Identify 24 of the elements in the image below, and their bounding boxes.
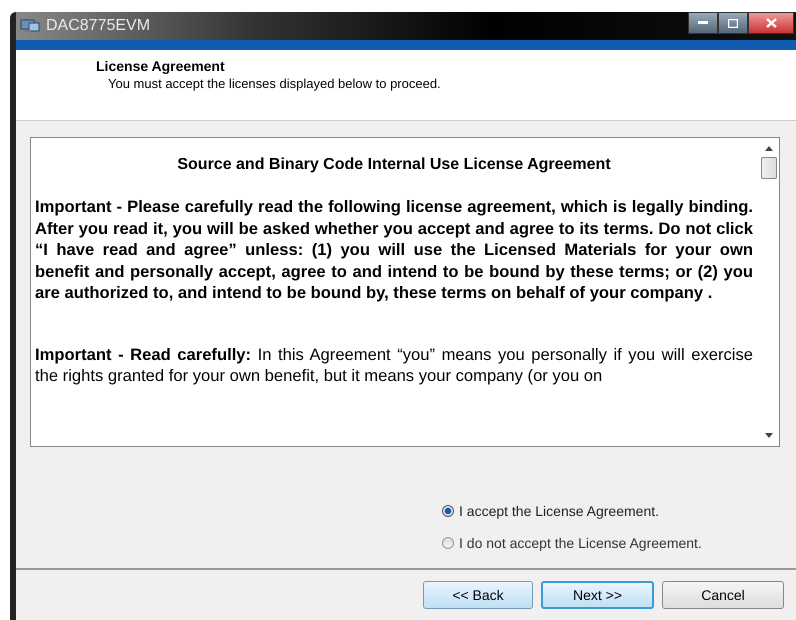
- radio-button[interactable]: [442, 537, 454, 549]
- maximize-icon: [728, 18, 738, 28]
- window-title: DAC8775EVM: [46, 17, 150, 35]
- page-subtitle: You must accept the licenses displayed below to proceed.: [108, 76, 442, 91]
- radio-button[interactable]: [442, 505, 454, 517]
- close-icon: [766, 18, 776, 28]
- page-title: License Agreement: [96, 58, 226, 74]
- maximize-button[interactable]: [718, 12, 748, 34]
- back-button[interactable]: << Back: [423, 581, 533, 609]
- minimize-icon: [698, 21, 708, 25]
- license-heading: Source and Binary Code Internal Use License Agreement: [176, 156, 612, 174]
- license-text-box[interactable]: [30, 137, 780, 447]
- radio-option[interactable]: I accept the License Agreement.: [442, 503, 796, 519]
- close-button[interactable]: [748, 12, 794, 34]
- license-paragraph: Important - Read carefully: In this Agreement “you” means you personally if you will exercise the rights granted for your own benefit, but it means your company (or you on: [35, 344, 753, 386]
- radio-option[interactable]: I do not accept the License Agreement.: [442, 535, 796, 551]
- minimize-button[interactable]: [688, 12, 718, 34]
- next-button[interactable]: Next >>: [541, 581, 654, 609]
- computer-icon: [20, 18, 40, 34]
- cancel-button[interactable]: Cancel: [662, 581, 784, 609]
- scroll-thumb[interactable]: [761, 157, 777, 179]
- license-paragraph: Important - Please carefully read the following license agreement, which is legally binding. After you read it, you will be asked whether you accept and agree to its terms. Do not click “I have read and agree” unless: (1) you will use the Licensed Materials for your own benefit and personally accept, agree to and intend to be bound by these terms; or (2) you are authorized to, and intend to be bound by, these terms on behalf of your company .: [35, 196, 753, 304]
- scroll-up-icon[interactable]: [765, 146, 773, 151]
- scroll-down-icon[interactable]: [765, 433, 773, 438]
